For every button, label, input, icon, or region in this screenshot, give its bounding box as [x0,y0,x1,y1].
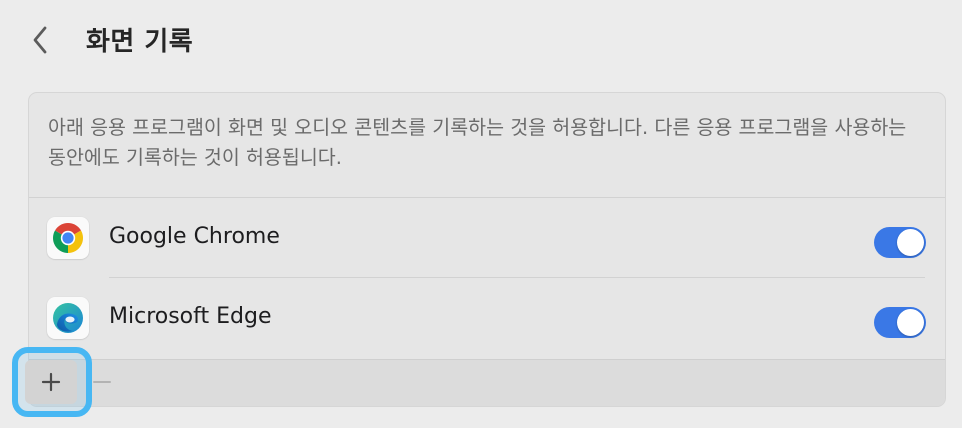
app-row-microsoft-edge: Microsoft Edge [29,279,945,359]
row-divider [109,277,925,278]
header: 화면 기록 [0,0,962,80]
toggle-knob [897,229,924,256]
google-chrome-toggle[interactable] [874,227,926,258]
app-row-google-chrome: Google Chrome [29,199,945,279]
edge-icon [47,297,89,339]
chevron-left-icon [33,26,47,54]
remove-app-button[interactable] [88,364,116,400]
chrome-icon [47,217,89,259]
page-title: 화면 기록 [86,27,194,57]
list-footer-toolbar [29,359,945,406]
app-name-label: Google Chrome [109,224,280,249]
screen-recording-panel: 아래 응용 프로그램이 화면 및 오디오 콘텐츠를 기록하는 것을 허용합니다.… [28,92,946,407]
app-name-label: Microsoft Edge [109,304,272,329]
description-text: 아래 응용 프로그램이 화면 및 오디오 콘텐츠를 기록하는 것을 허용합니다.… [48,116,907,169]
minus-icon [93,381,111,383]
divider [29,197,945,198]
microsoft-edge-toggle[interactable] [874,307,926,338]
add-app-button[interactable] [25,360,77,404]
back-button[interactable] [24,22,56,58]
plus-icon [41,372,61,392]
toggle-knob [897,309,924,336]
